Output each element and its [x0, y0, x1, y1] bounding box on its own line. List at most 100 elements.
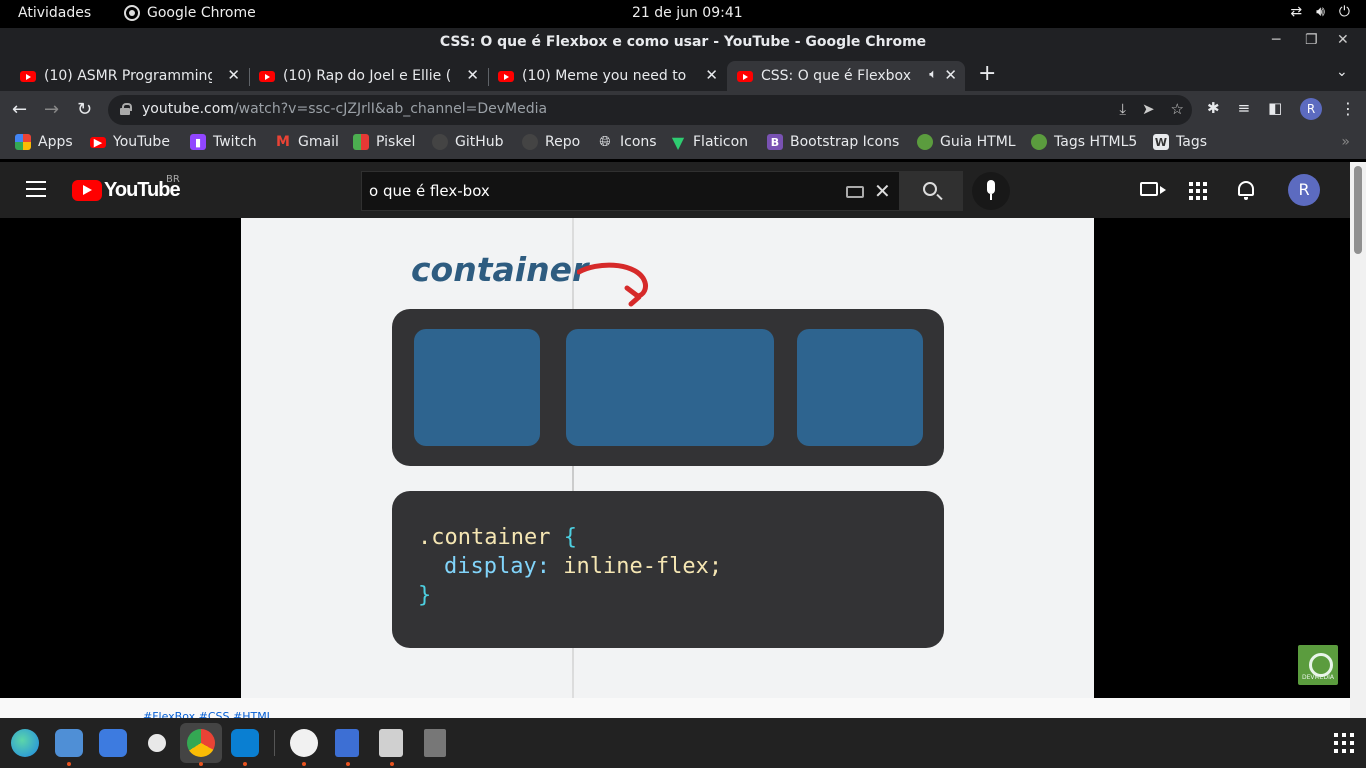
bookmark-apps[interactable]: Apps [15, 134, 73, 150]
bookmark-repo[interactable]: Repo [522, 134, 580, 150]
clock-icon[interactable] [290, 729, 318, 757]
bookmark-twitch[interactable]: ▮ Twitch [190, 134, 257, 150]
app-menu[interactable]: Google Chrome [124, 5, 256, 21]
system-top-bar: Atividades Google Chrome 21 de jun 09:41… [0, 0, 1366, 28]
more-bookmarks-icon[interactable]: » [1341, 134, 1350, 150]
tab-separator [488, 68, 489, 86]
video-frame[interactable]: container .container { display: inline-f… [241, 218, 1094, 698]
send-icon[interactable]: ➤ [1142, 100, 1155, 118]
flex-item [414, 329, 540, 446]
running-indicator [67, 762, 71, 766]
code-close-brace: } [418, 583, 432, 608]
bookmarks-bar: Apps ▶ YouTube ▮ Twitch M Gmail Piskel GitH… [0, 128, 1366, 159]
country-code: BR [166, 174, 180, 185]
minimize-icon[interactable]: ─ [1272, 32, 1280, 48]
bookmark-youtube[interactable]: ▶ YouTube [90, 134, 170, 150]
media-queue-icon[interactable]: ≡ [1238, 99, 1251, 117]
window-title-bar: CSS: O que é Flexbox e como usar - YouTu… [0, 28, 1366, 57]
bookmark-icons[interactable]: 🌐︎ Icons [597, 134, 657, 150]
back-icon[interactable]: ← [12, 99, 27, 120]
bookmark-tags[interactable]: W Tags [1153, 134, 1207, 150]
youtube-favicon-icon [498, 70, 514, 82]
profile-avatar[interactable]: R [1300, 98, 1322, 120]
files-icon[interactable] [55, 729, 83, 757]
notifications-icon[interactable] [1238, 181, 1254, 200]
tab-close-icon[interactable]: ✕ [944, 66, 957, 84]
tab-strip: (10) ASMR Programming - Coding ✕ (10) Ra… [0, 57, 1366, 91]
tab-meme[interactable]: (10) Meme you need to watch ✕ [490, 61, 726, 91]
trash-icon[interactable] [424, 729, 446, 757]
install-icon[interactable]: ⤓ [1119, 100, 1126, 118]
tab-close-icon[interactable]: ✕ [705, 66, 718, 84]
tab-asmr[interactable]: (10) ASMR Programming - Coding ✕ [12, 61, 250, 91]
vscode-icon[interactable] [231, 729, 259, 757]
tab-close-icon[interactable]: ✕ [466, 66, 479, 84]
clear-search-icon[interactable]: ✕ [874, 179, 891, 203]
close-window-icon[interactable]: ✕ [1337, 32, 1349, 48]
bookmark-label: Guia HTML [940, 134, 1016, 150]
video-player-area[interactable]: container .container { display: inline-f… [0, 218, 1350, 698]
show-applications-icon[interactable] [1334, 733, 1354, 753]
bookmark-label: Icons [620, 134, 657, 150]
tab-close-icon[interactable]: ✕ [227, 66, 240, 84]
hamburger-menu-icon[interactable] [26, 181, 46, 197]
clock[interactable]: 21 de jun 09:41 [632, 5, 743, 21]
bookmark-label: Twitch [213, 134, 257, 150]
bookmark-piskel[interactable]: Piskel [353, 134, 415, 150]
search-button[interactable] [899, 171, 963, 211]
bookmark-label: YouTube [113, 134, 170, 150]
devmedia-icon [917, 134, 933, 150]
store-icon[interactable] [99, 729, 127, 757]
github-icon [432, 134, 448, 150]
code-line-3: } [418, 583, 431, 608]
devmedia-watermark-icon[interactable]: DEVMEDIA [1298, 645, 1338, 685]
notes-icon[interactable] [379, 729, 403, 757]
keyboard-icon[interactable] [846, 186, 864, 198]
edge-icon[interactable] [11, 729, 39, 757]
bookmark-github[interactable]: GitHub [432, 134, 504, 150]
bookmark-guia-html[interactable]: Guia HTML [917, 134, 1016, 150]
text-editor-icon[interactable] [335, 729, 359, 757]
bookmark-gmail[interactable]: M Gmail [275, 134, 339, 150]
flex-item [797, 329, 923, 446]
user-avatar[interactable]: R [1288, 174, 1320, 206]
video-description-area: #FlexBox #CSS #HTML [0, 698, 1350, 723]
lock-icon[interactable] [120, 103, 132, 115]
url-text[interactable]: youtube.com/watch?v=ssc-cJZJrlI&ab_chann… [142, 101, 547, 117]
audio-playing-icon[interactable]: 🔈︎ [929, 67, 937, 82]
bookmark-bootstrap-icons[interactable]: B Bootstrap Icons [767, 134, 899, 150]
system-tray[interactable]: ⇄ 🔊︎ ⏻ [1290, 4, 1350, 20]
create-video-icon[interactable] [1140, 182, 1166, 196]
dock-separator [274, 730, 275, 756]
toolbar: ← → ↻ youtube.com/watch?v=ssc-cJZJrlI&ab… [0, 91, 1366, 128]
side-panel-icon[interactable]: ◧ [1268, 99, 1282, 117]
bookmark-flaticon[interactable]: ▼ Flaticon [670, 132, 748, 152]
new-tab-icon[interactable]: + [978, 61, 996, 86]
running-indicator [199, 762, 203, 766]
code-property: display [444, 554, 537, 579]
bookmark-star-icon[interactable]: ☆ [1171, 100, 1184, 118]
github-desktop-icon[interactable] [143, 729, 171, 757]
youtube-apps-icon[interactable] [1189, 182, 1207, 200]
address-bar[interactable]: youtube.com/watch?v=ssc-cJZJrlI&ab_chann… [108, 95, 1192, 125]
tab-flexbox[interactable]: CSS: O que é Flexbox e como usar 🔈︎ ✕ [727, 61, 965, 91]
search-input[interactable]: o que é flex-box ✕ [361, 171, 900, 211]
flaticon-icon: ▼ [671, 132, 685, 152]
power-icon: ⏻ [1338, 4, 1350, 20]
flex-item [566, 329, 774, 446]
youtube-logo[interactable]: YouTube [72, 179, 181, 202]
page-scrollbar[interactable] [1350, 162, 1366, 718]
reload-icon[interactable]: ↻ [77, 99, 92, 120]
extensions-icon[interactable]: ✱ [1207, 99, 1220, 117]
maximize-icon[interactable]: ❐ [1305, 32, 1318, 48]
menu-icon[interactable]: ⋮ [1340, 99, 1356, 118]
forward-icon[interactable]: → [44, 99, 59, 120]
voice-search-icon[interactable] [972, 172, 1010, 210]
scrollbar-thumb[interactable] [1354, 166, 1362, 254]
chrome-icon[interactable] [187, 729, 215, 757]
tab-search-icon[interactable]: ⌄ [1336, 64, 1348, 80]
activities-button[interactable]: Atividades [18, 5, 91, 21]
tab-rap[interactable]: (10) Rap do Joel e Ellie (The Last ✕ [251, 61, 489, 91]
running-indicator [302, 762, 306, 766]
bookmark-tags-html5[interactable]: Tags HTML5 [1031, 134, 1137, 150]
